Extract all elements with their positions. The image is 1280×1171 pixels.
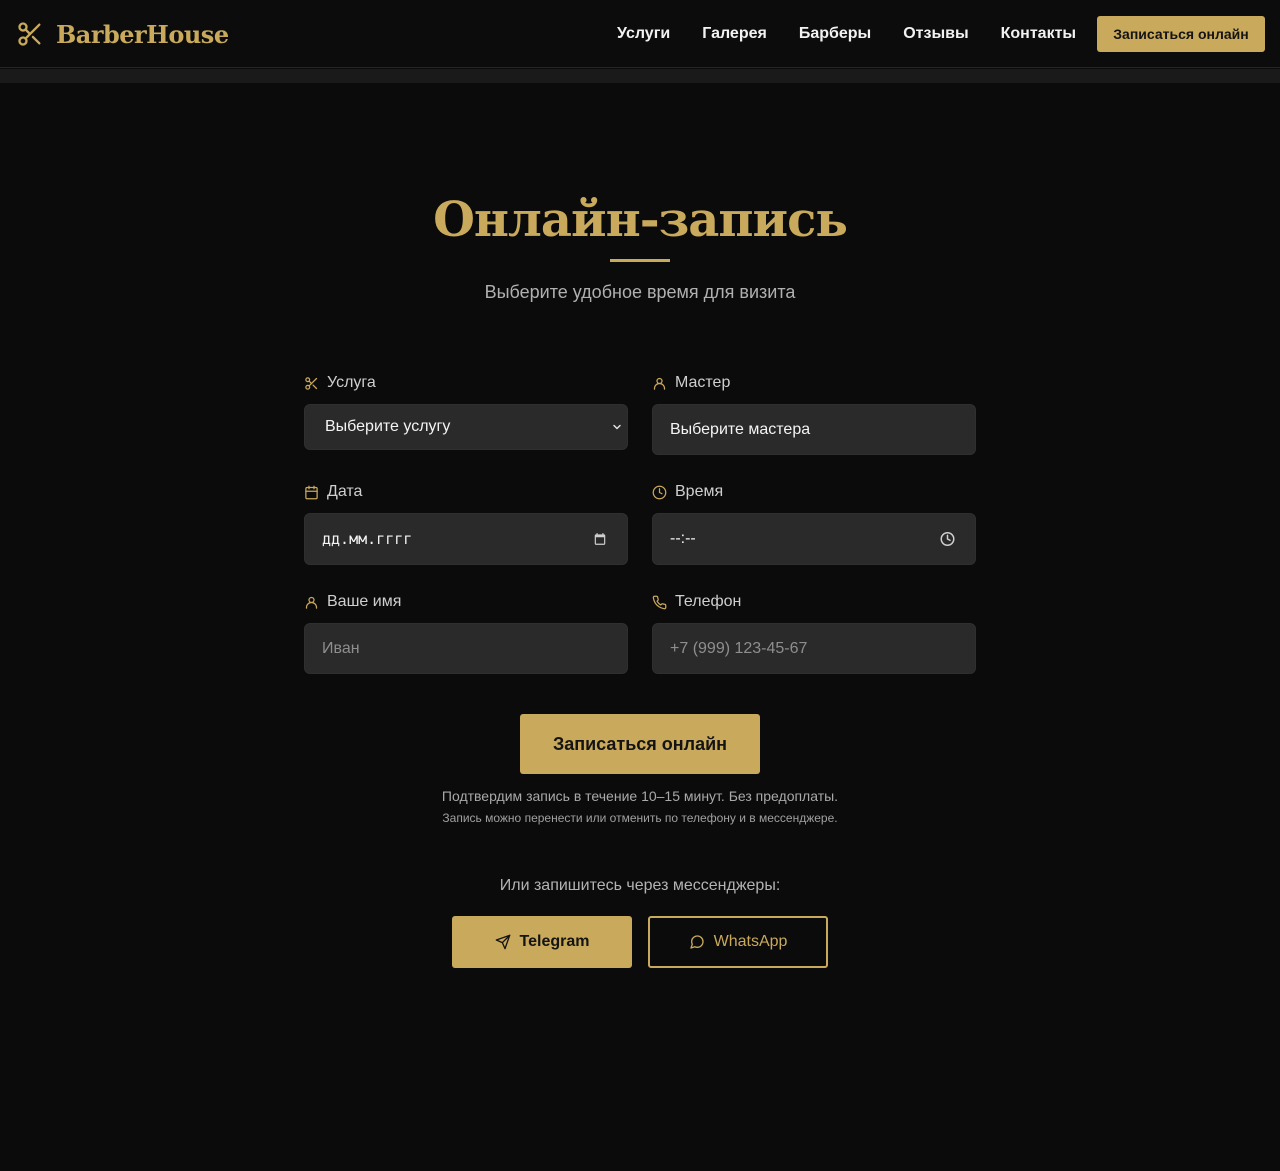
service-label-text: Услуга <box>327 374 376 391</box>
book-online-nav-button[interactable]: Записаться онлайн <box>1097 16 1265 52</box>
whatsapp-button-label: WhatsApp <box>713 933 788 950</box>
master-label-text: Мастер <box>675 374 731 391</box>
nav-item-reviews[interactable]: Отзывы <box>903 24 968 44</box>
service-label: Услуга <box>304 374 376 392</box>
nav-item-barbers[interactable]: Барберы <box>799 24 871 44</box>
date-input[interactable]: дд.мм.гггг <box>304 513 628 565</box>
telegram-button[interactable]: Telegram <box>452 916 632 968</box>
master-label: Мастер <box>652 374 730 392</box>
confirmation-note: Подтвердим запись в течение 10–15 минут.… <box>441 788 839 804</box>
page-title: Онлайн-запись <box>433 192 848 248</box>
user-icon <box>305 596 318 609</box>
time-label-text: Время <box>675 483 724 500</box>
phone-icon <box>652 595 667 609</box>
name-input-placeholder: Иван <box>322 639 360 657</box>
name-input[interactable]: Иван <box>304 623 628 674</box>
header-divider-strip <box>0 69 1280 83</box>
nav-item-services[interactable]: Услуги <box>617 24 670 44</box>
clock-picker-icon[interactable] <box>940 532 955 547</box>
name-label-text: Ваше имя <box>327 593 402 610</box>
time-label: Время <box>652 483 723 501</box>
whatsapp-button[interactable]: WhatsApp <box>648 916 828 968</box>
chevron-down-icon <box>613 424 621 430</box>
phone-input-placeholder: +7 (999) 123-45-67 <box>670 639 808 657</box>
phone-input[interactable]: +7 (999) 123-45-67 <box>652 623 976 674</box>
scissors-icon <box>305 376 318 390</box>
messengers-title: Или запишитесь через мессенджеры: <box>499 877 781 894</box>
telegram-button-label: Telegram <box>519 933 590 950</box>
phone-label: Телефон <box>652 593 741 611</box>
calendar-icon <box>305 485 318 499</box>
name-label: Ваше имя <box>304 593 401 611</box>
clock-icon <box>652 485 667 499</box>
master-select[interactable]: Выберите мастера <box>652 404 976 455</box>
chat-bubble-icon <box>689 935 704 949</box>
send-icon <box>495 934 510 950</box>
phone-label-text: Телефон <box>675 593 742 610</box>
top-navbar: BarberHouse Услуги Галерея Барберы Отзыв… <box>0 0 1280 68</box>
scissors-icon <box>18 22 41 46</box>
nav-item-gallery[interactable]: Галерея <box>702 24 767 44</box>
book-online-submit-button[interactable]: Записаться онлайн <box>520 714 760 774</box>
service-select[interactable]: Выберите услугу <box>304 404 628 450</box>
time-input-value: --:-- <box>670 530 696 547</box>
title-underline <box>610 259 670 262</box>
date-input-value: дд.мм.гггг <box>322 530 413 548</box>
page-subtitle: Выберите удобное время для визита <box>484 282 796 302</box>
date-label: Дата <box>304 483 362 501</box>
nav-item-contacts[interactable]: Контакты <box>1001 24 1076 44</box>
service-select-value: Выберите услугу <box>325 418 451 435</box>
date-label-text: Дата <box>327 483 363 500</box>
brand-name: BarberHouse <box>56 19 229 49</box>
main-nav: Услуги Галерея Барберы Отзывы Контакты <box>617 24 1076 44</box>
master-select-value: Выберите мастера <box>670 420 811 438</box>
calendar-picker-icon[interactable] <box>593 532 607 546</box>
time-input[interactable]: --:-- <box>652 513 976 565</box>
user-icon <box>653 377 666 390</box>
brand-logo[interactable]: BarberHouse <box>16 19 229 49</box>
reschedule-note: Запись можно перенести или отменить по т… <box>442 811 838 825</box>
